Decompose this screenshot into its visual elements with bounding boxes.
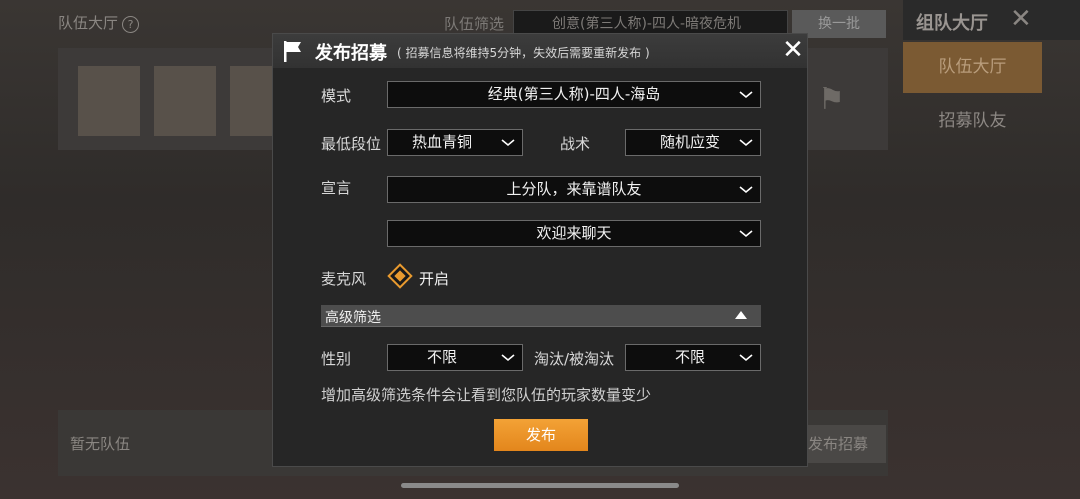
elimination-select[interactable]: 不限 <box>625 344 761 371</box>
panel-close-icon[interactable]: ✕ <box>1010 4 1032 34</box>
chevron-down-icon <box>501 139 515 147</box>
advanced-filter-toggle[interactable]: 高级筛选 <box>321 305 761 327</box>
chevron-down-icon <box>501 354 515 362</box>
advanced-filter-hint: 增加高级筛选条件会让看到您队伍的玩家数量变少 <box>321 386 652 404</box>
publish-button[interactable]: 发布 <box>494 419 588 451</box>
chevron-down-icon <box>739 354 753 362</box>
flag-icon <box>284 41 301 62</box>
publish-recruit-dialog: 发布招募 ( 招募信息将维持5分钟，失效后需要重新发布 ) ✕ 模式 经典(第三… <box>272 33 808 467</box>
chevron-down-icon <box>739 91 753 99</box>
home-indicator[interactable] <box>401 483 679 488</box>
gender-label: 性别 <box>321 350 352 368</box>
close-icon[interactable]: ✕ <box>779 36 807 64</box>
right-panel-title: 组队大厅 <box>916 13 988 34</box>
tab-recruit-teammates[interactable]: 招募队友 <box>903 98 1042 144</box>
declaration-value-1: 上分队，来靠谱队友 <box>506 180 642 198</box>
team-filter-label: 队伍筛选 <box>444 15 505 33</box>
gender-select-value: 不限 <box>426 348 457 366</box>
dialog-header: 发布招募 ( 招募信息将维持5分钟，失效后需要重新发布 ) ✕ <box>273 34 807 68</box>
mic-label: 麦克风 <box>321 270 367 288</box>
elimination-label: 淘汰/被淘汰 <box>534 350 615 368</box>
flag-add-icon: ⚑ <box>818 82 845 117</box>
triangle-up-icon <box>735 311 747 319</box>
tactic-select[interactable]: 随机应变 <box>625 129 761 156</box>
min-rank-label: 最低段位 <box>321 135 382 153</box>
declaration-select-2[interactable]: 欢迎来聊天 <box>387 220 761 247</box>
tab-team-lobby[interactable]: 队伍大厅 <box>903 42 1042 93</box>
chevron-down-icon <box>739 139 753 147</box>
mode-select[interactable]: 经典(第三人称)-四人-海岛 <box>387 81 761 108</box>
team-card[interactable] <box>78 66 140 136</box>
elimination-select-value: 不限 <box>674 348 705 366</box>
help-icon[interactable]: ? <box>122 16 140 33</box>
chevron-down-icon <box>739 230 753 238</box>
min-rank-select[interactable]: 热血青铜 <box>387 129 523 156</box>
min-rank-select-value: 热血青铜 <box>411 133 472 151</box>
mic-value: 开启 <box>419 270 450 288</box>
gender-select[interactable]: 不限 <box>387 344 523 371</box>
team-card[interactable] <box>154 66 216 136</box>
dialog-subtitle: ( 招募信息将维持5分钟，失效后需要重新发布 ) <box>397 46 650 60</box>
lobby-title: 队伍大厅? <box>58 12 140 33</box>
declaration-label: 宣言 <box>321 179 352 197</box>
mic-checkbox[interactable] <box>387 263 413 289</box>
tactic-label: 战术 <box>560 135 591 153</box>
declaration-select-1[interactable]: 上分队，来靠谱队友 <box>387 176 761 203</box>
mode-label: 模式 <box>321 87 352 105</box>
dialog-title: 发布招募 <box>315 43 387 64</box>
lobby-title-text: 队伍大厅 <box>58 14 119 32</box>
chevron-down-icon <box>739 186 753 194</box>
empty-team-text: 暂无队伍 <box>70 435 131 453</box>
declaration-value-2: 欢迎来聊天 <box>536 224 612 242</box>
mode-select-value: 经典(第三人称)-四人-海岛 <box>487 85 661 103</box>
advanced-filter-label: 高级筛选 <box>325 310 381 326</box>
tactic-select-value: 随机应变 <box>659 133 720 151</box>
